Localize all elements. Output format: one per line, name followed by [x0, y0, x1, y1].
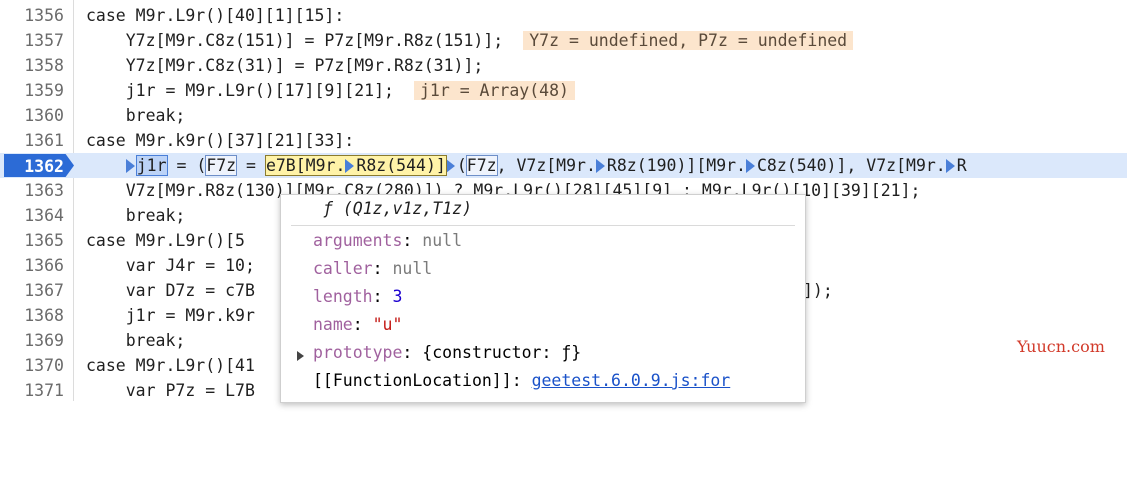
- code-token: (: [456, 156, 467, 175]
- property-row-prototype[interactable]: prototype: {constructor: ƒ}: [313, 343, 581, 362]
- code-text-tail: ]);: [803, 281, 833, 300]
- line-number[interactable]: 1364: [0, 203, 70, 228]
- source-link[interactable]: geetest.6.0.9.js:for: [532, 371, 731, 390]
- current-execution-line[interactable]: 1362 j1r = (F7z = e7B[M9r. R8z(544)] (F7z,…: [0, 153, 1127, 179]
- code-text: break;: [86, 106, 186, 125]
- line-number[interactable]: 1366: [0, 253, 70, 278]
- property-row-arguments[interactable]: arguments: null: [313, 231, 462, 250]
- property-value: null: [422, 231, 463, 250]
- code-text: var D7z = c7B: [86, 281, 255, 300]
- property-key: length: [313, 287, 373, 306]
- code-text: j1r = (F7z = e7B[M9r. R8z(544)] (F7z, V7z[…: [86, 153, 967, 178]
- code-text: var J4r = 10;: [86, 256, 255, 275]
- line-number[interactable]: 1371: [0, 378, 70, 403]
- hovered-expression[interactable]: e7B[M9r. R8z(544)]: [264, 155, 447, 176]
- property-row-length[interactable]: length: 3: [313, 287, 402, 306]
- line-number[interactable]: 1358: [0, 53, 70, 78]
- property-key: caller: [313, 259, 373, 278]
- line-number[interactable]: 1357: [0, 28, 70, 53]
- hover-value-popover[interactable]: ƒ (Q1z,v1z,T1z) arguments: null caller: …: [280, 194, 806, 403]
- property-key: [[FunctionLocation]]: [313, 371, 512, 390]
- code-text: case M9r.k9r()[37][21][33]:: [86, 131, 355, 150]
- code-token[interactable]: F7z: [205, 155, 238, 176]
- property-key: prototype: [313, 343, 403, 362]
- property-row-function-location[interactable]: [[FunctionLocation]]: geetest.6.0.9.js:f…: [313, 371, 730, 390]
- code-line[interactable]: 1359 j1r = M9r.L9r()[17][9][21]; j1r = Ar…: [0, 78, 1127, 103]
- code-line[interactable]: 1360 break;: [0, 103, 1127, 128]
- property-key: name: [313, 315, 353, 334]
- code-text: j1r = M9r.L9r()[17][9][21]; j1r = Array(4…: [86, 78, 575, 103]
- code-text: case M9r.L9r()[5: [86, 231, 245, 250]
- property-row-name[interactable]: name: "u": [313, 315, 402, 334]
- code-token: , V7z[M9r.: [496, 156, 596, 175]
- inline-breakpoint-icon[interactable]: [945, 159, 955, 173]
- line-number[interactable]: 1368: [0, 303, 70, 328]
- code-text: Y7z[M9r.C8z(31)] = P7z[M9r.R8z(31)];: [86, 56, 484, 75]
- code-token[interactable]: j1r: [135, 155, 168, 176]
- code-text: break;: [86, 331, 186, 350]
- code-line[interactable]: 1358 Y7z[M9r.C8z(31)] = P7z[M9r.R8z(31)]…: [0, 53, 1127, 78]
- expand-triangle-icon[interactable]: [297, 351, 304, 361]
- code-text: var P7z = L7B: [86, 381, 255, 400]
- line-number[interactable]: 1365: [0, 228, 70, 253]
- code-content: Y7z[M9r.C8z(151)] = P7z[M9r.R8z(151)];: [86, 31, 504, 50]
- line-number[interactable]: 1356: [0, 3, 70, 28]
- code-token: C8z(540)], V7z[M9r.: [757, 156, 946, 175]
- code-content: j1r = M9r.L9r()[17][9][21];: [86, 81, 394, 100]
- inline-breakpoint-icon[interactable]: [125, 159, 135, 173]
- property-value: 3: [392, 287, 403, 306]
- line-number[interactable]: 1363: [0, 178, 70, 203]
- inline-value-badge: Y7z = undefined, P7z = undefined: [523, 31, 854, 50]
- code-line[interactable]: 1361 case M9r.k9r()[37][21][33]:: [0, 128, 1127, 153]
- inline-breakpoint-icon[interactable]: [345, 159, 355, 173]
- property-value: {constructor: ƒ}: [422, 343, 582, 362]
- code-text: case M9r.L9r()[40][1][15]:: [86, 6, 345, 25]
- line-number[interactable]: 1359: [0, 78, 70, 103]
- property-value: null: [392, 259, 433, 278]
- code-token: = (: [166, 156, 207, 175]
- line-number[interactable]: 1361: [0, 128, 70, 153]
- code-text: case M9r.L9r()[41: [86, 356, 255, 375]
- line-number[interactable]: 1367: [0, 278, 70, 303]
- code-line[interactable]: 1357 Y7z[M9r.C8z(151)] = P7z[M9r.R8z(151…: [0, 28, 1127, 53]
- watermark: Yuucn.com: [1017, 337, 1105, 356]
- inline-breakpoint-icon[interactable]: [746, 159, 755, 173]
- code-token: e7B[M9r.: [265, 156, 346, 175]
- function-signature: ƒ (Q1z,v1z,T1z): [323, 199, 473, 218]
- inline-breakpoint-icon[interactable]: [445, 159, 455, 173]
- code-token: =: [236, 156, 266, 175]
- code-token: R8z(544)]: [356, 156, 446, 175]
- property-key: arguments: [313, 231, 403, 250]
- line-number[interactable]: 1370: [0, 353, 70, 378]
- line-number[interactable]: 1360: [0, 103, 70, 128]
- line-number[interactable]: 1369: [0, 328, 70, 353]
- code-text: break;: [86, 206, 186, 225]
- code-text: j1r = M9r.k9r: [86, 306, 255, 325]
- code-token: R8z(190)][M9r.: [606, 156, 746, 175]
- code-token: R: [956, 156, 967, 175]
- code-text: Y7z[M9r.C8z(151)] = P7z[M9r.R8z(151)]; Y7…: [86, 28, 854, 53]
- inline-value-badge: j1r = Array(48): [413, 81, 575, 100]
- property-row-caller[interactable]: caller: null: [313, 259, 432, 278]
- property-value: "u": [372, 315, 403, 334]
- code-line[interactable]: 1356 case M9r.L9r()[40][1][15]:: [0, 3, 1127, 28]
- code-token[interactable]: F7z: [465, 155, 498, 176]
- inline-breakpoint-icon[interactable]: [595, 159, 605, 173]
- popup-divider: [291, 225, 795, 226]
- execution-pointer-marker[interactable]: 1362: [4, 154, 74, 177]
